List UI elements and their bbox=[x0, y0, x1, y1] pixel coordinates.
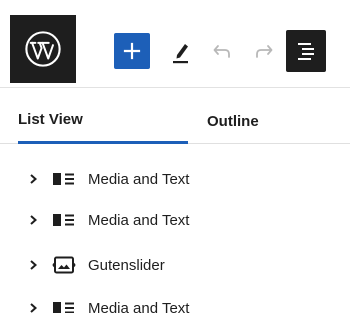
wordpress-logo-icon bbox=[25, 31, 61, 67]
list-view-button[interactable] bbox=[286, 30, 326, 72]
redo-button[interactable] bbox=[250, 36, 278, 66]
wordpress-logo-button[interactable] bbox=[10, 15, 76, 83]
list-view-icon bbox=[298, 43, 314, 60]
media-text-icon bbox=[53, 214, 74, 226]
chevron-right-icon[interactable] bbox=[28, 302, 38, 313]
list-item-label: Media and Text bbox=[88, 170, 190, 188]
undo-button[interactable] bbox=[208, 36, 236, 66]
undo-icon bbox=[213, 45, 230, 58]
tab-list-view-label: List View bbox=[18, 111, 83, 128]
list-item[interactable]: Media and Text bbox=[0, 200, 350, 240]
add-block-button[interactable] bbox=[114, 33, 150, 69]
editor-header-toolbar bbox=[0, 0, 350, 88]
list-item[interactable]: Media and Text bbox=[0, 288, 350, 313]
plus-icon bbox=[123, 42, 141, 60]
list-item-label: Media and Text bbox=[88, 211, 190, 229]
list-view-tabs: List View Outline bbox=[0, 98, 350, 144]
media-text-icon bbox=[53, 173, 74, 185]
list-item[interactable]: Gutenslider bbox=[0, 245, 350, 285]
tab-outline-label: Outline bbox=[207, 112, 259, 130]
pencil-icon bbox=[173, 44, 188, 64]
redo-icon bbox=[256, 45, 273, 58]
list-item-label: Media and Text bbox=[88, 299, 190, 313]
chevron-right-icon[interactable] bbox=[28, 259, 38, 271]
gutenslider-icon bbox=[52, 256, 76, 274]
chevron-right-icon[interactable] bbox=[28, 173, 38, 185]
tab-outline[interactable]: Outline bbox=[207, 98, 259, 144]
media-text-icon bbox=[53, 302, 74, 313]
list-item[interactable]: Media and Text bbox=[0, 159, 350, 199]
chevron-right-icon[interactable] bbox=[28, 214, 38, 226]
list-item-label: Gutenslider bbox=[88, 256, 165, 274]
tools-button[interactable] bbox=[166, 34, 196, 68]
tab-list-view[interactable]: List View bbox=[18, 98, 188, 144]
